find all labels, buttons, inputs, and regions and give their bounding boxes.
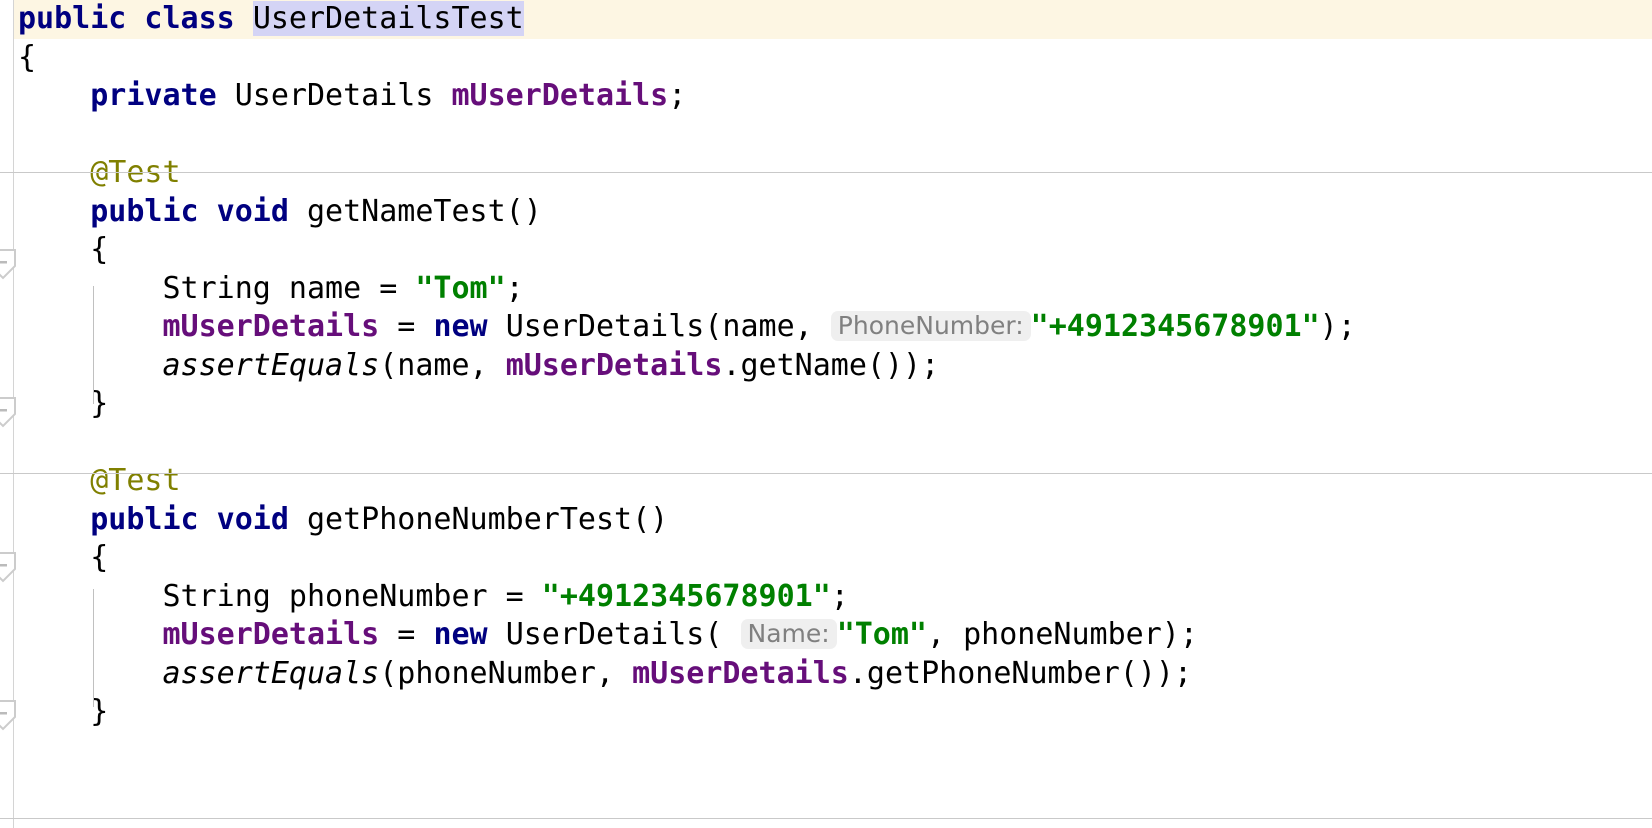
- code-editor[interactable]: public class UserDetailsTest{ private Us…: [0, 0, 1652, 828]
- code-token: getPhoneNumberTest(): [307, 501, 669, 537]
- string-literal: "+4912345678901": [1030, 309, 1320, 344]
- code-token: (phoneNumber,: [379, 655, 633, 691]
- keyword-token: new: [433, 617, 506, 652]
- code-token: {: [18, 232, 109, 267]
- code-line-blank-3[interactable]: [14, 732, 1652, 771]
- keyword-token: new: [433, 309, 506, 344]
- code-token: UserDetails: [234, 78, 452, 113]
- field-reference: mUserDetails: [632, 655, 849, 691]
- code-token: );: [1319, 309, 1356, 344]
- code-line-method-decl-getname[interactable]: public void getNameTest(): [14, 193, 1652, 232]
- code-token: =: [379, 309, 434, 344]
- code-token: .getName());: [722, 347, 940, 383]
- annotation-token: @Test: [90, 463, 181, 498]
- string-literal: "Tom": [415, 270, 506, 306]
- code-line-getphone-open-brace[interactable]: {: [14, 539, 1652, 578]
- code-line-getphone-close-brace[interactable]: }: [14, 693, 1652, 732]
- code-token: ;: [505, 270, 524, 306]
- code-token: UserDetails(name,: [505, 309, 831, 344]
- string-literal: "+4912345678901": [541, 578, 831, 614]
- code-line-blank-1[interactable]: [14, 116, 1652, 155]
- indent-guide-line: [93, 589, 94, 707]
- code-token: ;: [668, 78, 687, 113]
- code-token: (name,: [379, 347, 506, 383]
- indent-guide-line: [93, 286, 94, 404]
- code-line-class-open-brace[interactable]: {: [14, 39, 1652, 78]
- code-token: getNameTest(): [307, 193, 542, 229]
- code-token: ;: [830, 578, 849, 614]
- static-method-call: assertEquals: [162, 655, 380, 691]
- code-line-anno-test-1[interactable]: @Test: [14, 154, 1652, 193]
- code-token: String name =: [18, 270, 416, 306]
- code-line-getname-close-brace[interactable]: }: [14, 385, 1652, 424]
- code-token: }: [18, 694, 109, 729]
- selected-identifier: UserDetailsTest: [252, 1, 524, 36]
- code-token: }: [18, 386, 109, 421]
- inlay-parameter-hint[interactable]: PhoneNumber:: [830, 311, 1031, 341]
- code-token: UserDetails(: [505, 617, 741, 652]
- code-token: {: [18, 540, 109, 575]
- method-separator-line: [0, 818, 1652, 819]
- code-token: .getPhoneNumber());: [848, 655, 1193, 691]
- code-line-getname-open-brace[interactable]: {: [14, 231, 1652, 270]
- code-line-getname-body-1[interactable]: String name = "Tom";: [14, 270, 1652, 309]
- code-line-blank-2[interactable]: [14, 424, 1652, 463]
- code-line-getname-body-3[interactable]: assertEquals(name, mUserDetails.getName(…: [14, 347, 1652, 386]
- code-line-getphone-body-3[interactable]: assertEquals(phoneNumber, mUserDetails.g…: [14, 655, 1652, 694]
- field-reference: mUserDetails: [451, 78, 669, 113]
- code-line-class-decl[interactable]: public class UserDetailsTest: [14, 0, 1652, 39]
- inlay-parameter-hint[interactable]: Name:: [740, 619, 837, 649]
- code-line-getphone-body-1[interactable]: String phoneNumber = "+4912345678901";: [14, 578, 1652, 617]
- editor-gutter[interactable]: [0, 0, 16, 828]
- code-token: , phoneNumber);: [927, 617, 1198, 652]
- method-separator-line: [0, 473, 1652, 474]
- keyword-token: public void: [90, 501, 307, 537]
- code-token: =: [379, 617, 434, 652]
- static-method-call: assertEquals: [162, 347, 380, 383]
- field-reference: mUserDetails: [505, 347, 723, 383]
- field-reference: mUserDetails: [162, 617, 380, 652]
- code-text-area[interactable]: public class UserDetailsTest{ private Us…: [14, 0, 1652, 828]
- method-separator-line: [0, 172, 1652, 173]
- code-line-method-decl-getphonenumber[interactable]: public void getPhoneNumberTest(): [14, 501, 1652, 540]
- string-literal: "Tom": [836, 617, 927, 652]
- code-token: String phoneNumber =: [18, 578, 542, 614]
- code-line-anno-test-2[interactable]: @Test: [14, 462, 1652, 501]
- code-line-getphone-body-2[interactable]: mUserDetails = new UserDetails( Name: "To…: [14, 616, 1652, 655]
- keyword-token: public void: [90, 193, 307, 229]
- code-token: {: [18, 39, 37, 75]
- code-line-getname-body-2[interactable]: mUserDetails = new UserDetails(name, Pho…: [14, 308, 1652, 347]
- code-line-field-decl[interactable]: private UserDetails mUserDetails;: [14, 77, 1652, 116]
- keyword-token: public class: [18, 1, 253, 36]
- field-reference: mUserDetails: [162, 309, 380, 344]
- keyword-token: private: [90, 78, 235, 113]
